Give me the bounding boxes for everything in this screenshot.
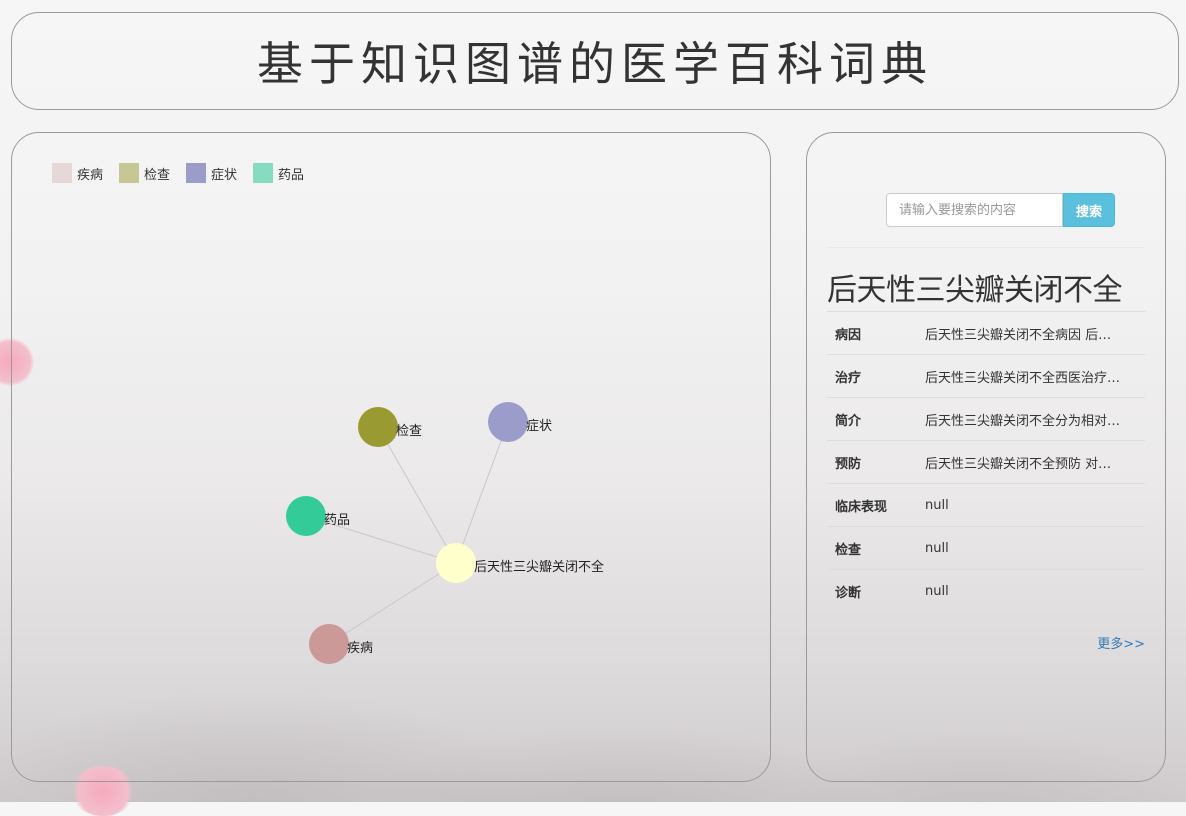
info-key: 预防	[835, 456, 862, 472]
graph-node-label: 症状	[526, 419, 552, 434]
graph-edge	[455, 421, 509, 564]
info-value: null	[925, 583, 949, 599]
info-value: 后天性三尖瓣关闭不全病因 后…	[925, 327, 1112, 343]
header-banner: 基于知识图谱的医学百科词典	[11, 12, 1179, 110]
graph-edge	[328, 562, 457, 645]
graph-node-drug[interactable]	[286, 496, 326, 536]
search-bar: 搜索	[886, 193, 1116, 227]
graph-node-center[interactable]	[436, 543, 476, 583]
info-key: 检查	[835, 542, 862, 558]
info-key: 病因	[835, 327, 862, 343]
search-input[interactable]	[886, 193, 1063, 227]
graph-node-label: 疾病	[347, 641, 373, 656]
divider	[827, 247, 1145, 248]
info-value: null	[925, 497, 949, 513]
graph-node-label: 药品	[324, 513, 350, 528]
info-value: 后天性三尖瓣关闭不全预防 对…	[925, 456, 1112, 472]
info-value: null	[925, 540, 949, 556]
info-row: 预防 后天性三尖瓣关闭不全预防 对…	[827, 440, 1145, 484]
graph-node-disease[interactable]	[309, 624, 349, 664]
search-button[interactable]: 搜索	[1063, 193, 1116, 227]
info-key: 诊断	[835, 585, 862, 601]
entity-title: 后天性三尖瓣关闭不全	[827, 273, 1123, 308]
entity-info-table: 病因 后天性三尖瓣关闭不全病因 后… 治疗 后天性三尖瓣关闭不全西医治疗… 简介 后天性三…	[827, 311, 1145, 613]
info-key: 临床表现	[835, 499, 888, 515]
page-title: 基于知识图谱的医学百科词典	[257, 37, 933, 91]
info-panel: 搜索 后天性三尖瓣关闭不全 病因后天性三尖瓣关闭不全病因 后…治疗后天性三尖瓣关…	[806, 132, 1166, 782]
info-row: 病因 后天性三尖瓣关闭不全病因 后…	[827, 311, 1145, 355]
info-value: 后天性三尖瓣关闭不全西医治疗…	[925, 370, 1121, 386]
info-row: 检查 null	[827, 526, 1145, 570]
info-row: 治疗 后天性三尖瓣关闭不全西医治疗…	[827, 354, 1145, 398]
graph-node-label: 后天性三尖瓣关闭不全	[474, 559, 604, 575]
knowledge-graph[interactable]: 检查 症状 药品 后天性三尖瓣关闭不全 疾病	[12, 133, 770, 781]
graph-node-exam[interactable]	[358, 407, 398, 447]
more-link[interactable]: 更多>>	[1097, 633, 1145, 652]
info-row: 诊断 null	[827, 569, 1145, 613]
graph-panel: 疾病 检查 症状 药品 检查 症状 药品 后天性三尖瓣关闭不全 疾病	[11, 132, 771, 782]
info-row: 临床表现 null	[827, 483, 1145, 527]
info-value: 后天性三尖瓣关闭不全分为相对…	[925, 413, 1121, 429]
info-key: 简介	[835, 413, 862, 429]
graph-node-label: 检查	[396, 424, 422, 439]
info-key: 治疗	[835, 370, 862, 386]
graph-node-symptom[interactable]	[488, 402, 528, 442]
info-row: 简介 后天性三尖瓣关闭不全分为相对…	[827, 397, 1145, 441]
